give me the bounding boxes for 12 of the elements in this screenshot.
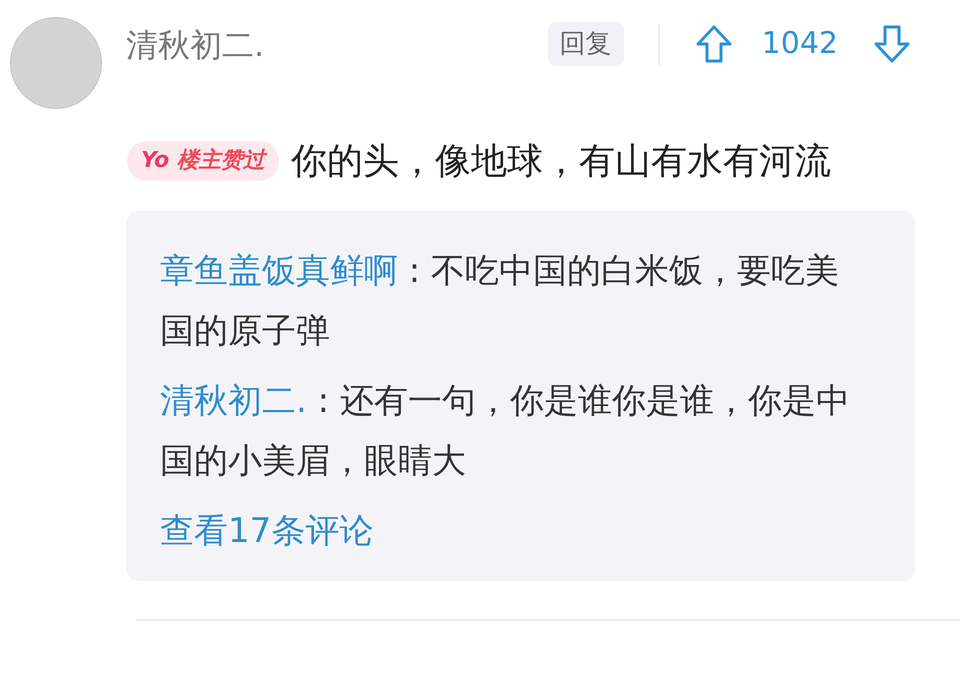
vote-count: 1042 xyxy=(762,25,838,63)
downvote-icon[interactable] xyxy=(872,24,912,64)
author-liked-badge: Yo 楼主赞过 xyxy=(127,141,279,181)
reply-text: 章鱼盖饭真鲜啊 : 不吃中国的白米饭，要吃美国的原子弹 xyxy=(160,250,840,353)
view-more-link[interactable]: 查看17条评论 xyxy=(160,501,374,561)
reply-text: 清秋初二. : 还有一句，你是谁你是谁，你是中国的小美眉，眼睛大 xyxy=(160,380,851,483)
reply-author-link[interactable]: 清秋初二. xyxy=(160,381,307,421)
comment-text: 你的头，像地球，有山有水有河流 xyxy=(290,141,831,182)
reply-button[interactable]: 回复 xyxy=(548,22,624,66)
reply-author-link[interactable]: 章鱼盖饭真鲜啊 xyxy=(160,251,398,291)
upvote-icon[interactable] xyxy=(694,24,734,64)
username[interactable]: 清秋初二. xyxy=(126,25,264,65)
